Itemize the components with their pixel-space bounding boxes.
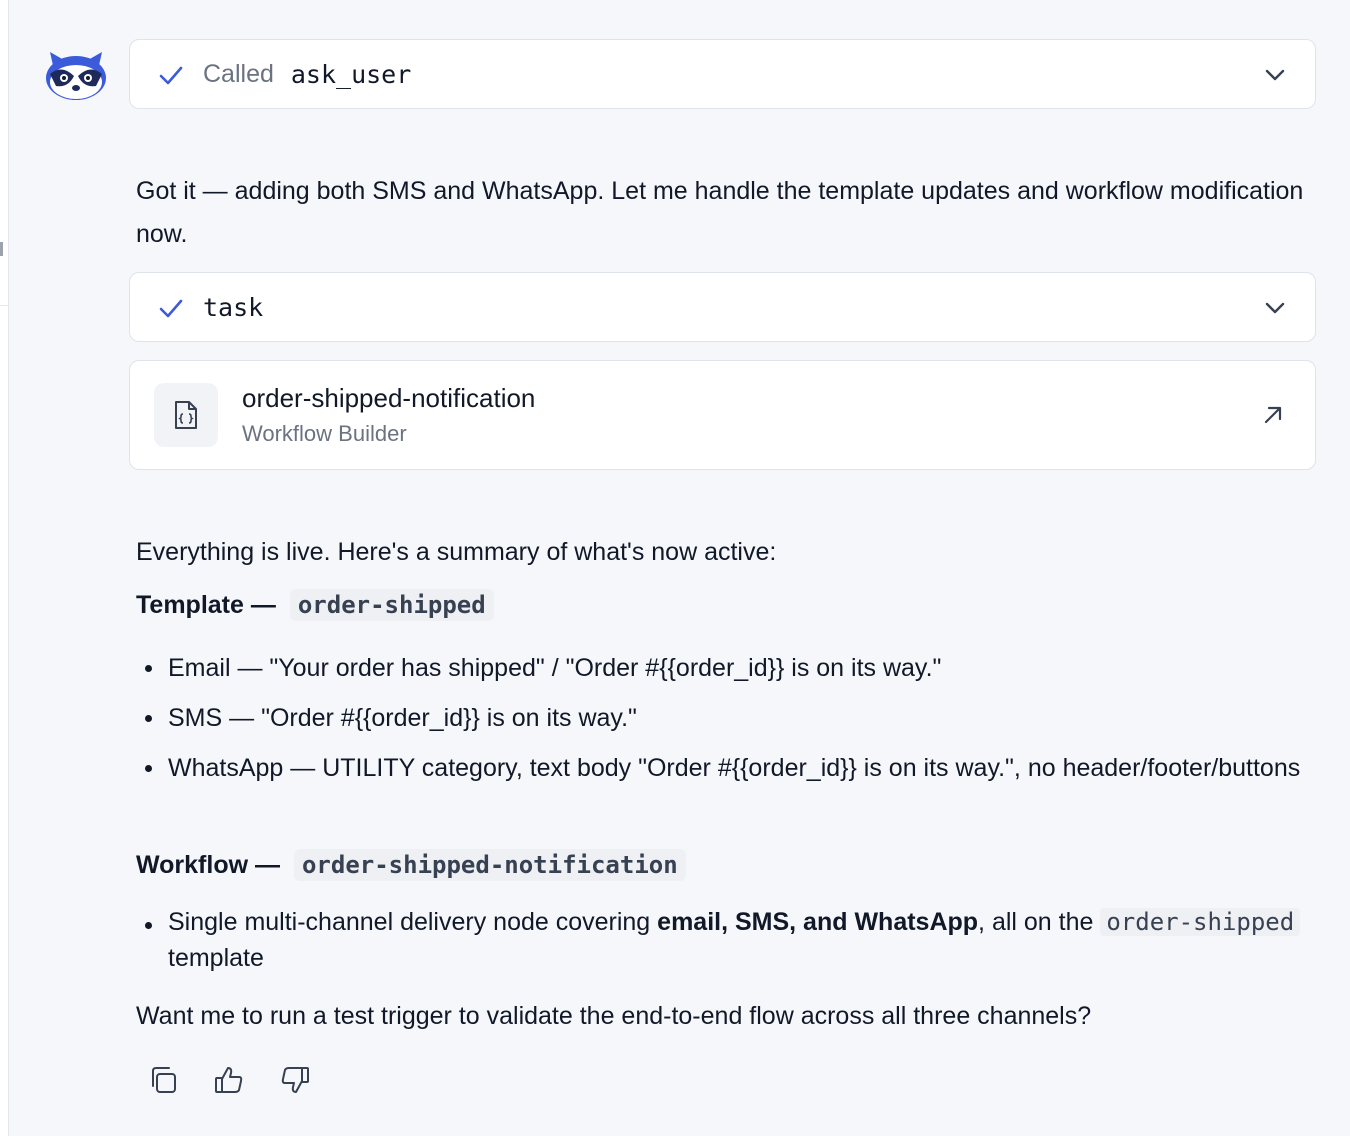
workflow-heading: Workflow — order-shipped-notification — [136, 849, 686, 881]
copy-button[interactable] — [146, 1062, 180, 1098]
thumbs-down-icon — [281, 1067, 309, 1093]
workflow-file-icon-box — [154, 383, 218, 447]
like-button[interactable] — [212, 1062, 246, 1098]
task-call-card[interactable]: task — [129, 272, 1316, 342]
template-code: order-shipped — [289, 589, 494, 621]
code-file-icon — [175, 401, 197, 429]
tool-call-name: ask_user — [290, 59, 412, 89]
workflow-link-card[interactable]: order-shipped-notification Workflow Buil… — [129, 360, 1316, 470]
template-heading: Template — order-shipped — [136, 589, 494, 621]
thumbs-up-icon — [215, 1067, 243, 1093]
arrow-up-right-icon[interactable] — [1261, 403, 1285, 427]
message-actions — [146, 1062, 312, 1098]
workflow-detail-list: Single multi-channel delivery node cover… — [136, 904, 1311, 976]
workflow-detail-suffix: template — [168, 944, 264, 972]
check-icon — [159, 299, 183, 318]
workflow-heading-label: Workflow — — [136, 850, 280, 879]
copy-icon — [152, 1067, 176, 1093]
dislike-button[interactable] — [278, 1062, 312, 1098]
raccoon-avatar-icon — [44, 48, 108, 102]
workflow-detail-channels: email, SMS, and WhatsApp — [657, 908, 979, 936]
template-channel-list: Email — "Your order has shipped" / "Orde… — [136, 647, 1311, 789]
chevron-down-icon[interactable] — [1263, 64, 1287, 86]
summary-intro: Everything is live. Here's a summary of … — [136, 538, 777, 566]
left-panel-edge — [0, 0, 9, 1136]
check-icon — [159, 66, 183, 85]
template-heading-label: Template — — [136, 590, 276, 619]
chevron-down-icon[interactable] — [1263, 297, 1287, 319]
workflow-name: order-shipped-notification — [242, 383, 536, 413]
list-item: Single multi-channel delivery node cover… — [136, 904, 1311, 976]
workflow-detail-prefix: Single multi-channel delivery node cover… — [168, 908, 658, 936]
task-call-name: task — [203, 292, 264, 322]
workflow-detail-template-code: order-shipped — [1100, 908, 1301, 936]
assistant-message-intro: Got it — adding both SMS and WhatsApp. L… — [136, 177, 1304, 248]
tool-call-status: Called — [203, 59, 274, 88]
workflow-detail-middle: , all on the — [978, 908, 1101, 936]
tool-call-card[interactable]: Called ask_user — [129, 39, 1316, 109]
list-item: WhatsApp — UTILITY category, text body "… — [136, 747, 1311, 789]
workflow-subtitle: Workflow Builder — [242, 421, 407, 446]
left-panel-divider — [0, 305, 8, 306]
left-panel-marker — [0, 242, 3, 256]
list-item: Email — "Your order has shipped" / "Orde… — [136, 647, 1311, 689]
list-item: SMS — "Order #{{order_id}} is on its way… — [136, 697, 1311, 739]
workflow-code: order-shipped-notification — [293, 849, 686, 881]
follow-up-question: Want me to run a test trigger to validat… — [136, 1002, 1092, 1030]
